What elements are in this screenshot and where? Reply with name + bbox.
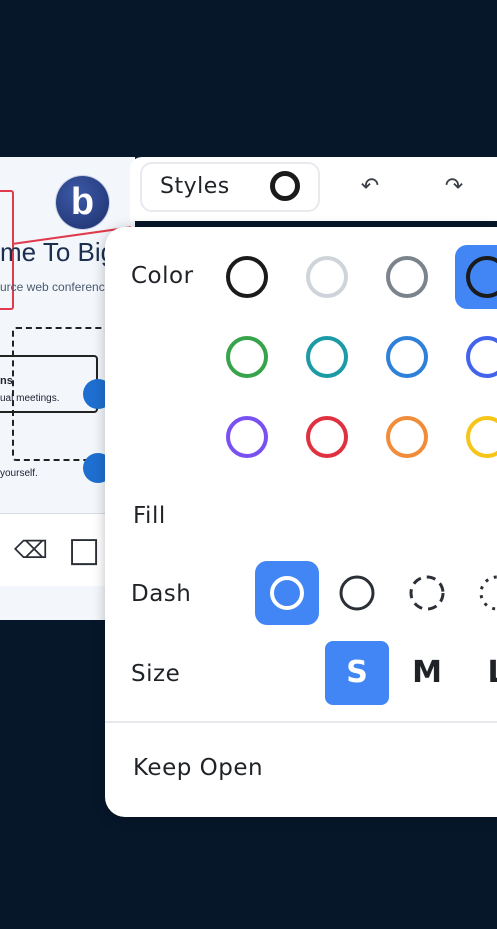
dash-solid-button[interactable] (325, 561, 389, 625)
dash-draw-icon (270, 576, 304, 610)
slide-subtitle: urce web conference (0, 280, 110, 294)
size-medium-button[interactable]: M (395, 641, 459, 705)
color-swatch-dark[interactable] (455, 245, 497, 309)
slide-text-ns: ns (0, 375, 13, 387)
color-ring-indigo-icon (466, 336, 497, 378)
color-ring-orange-icon (386, 416, 428, 458)
color-ring-dark-icon (466, 256, 497, 298)
dash-dashed-button[interactable] (395, 561, 459, 625)
eraser-icon[interactable]: ⌫ (14, 536, 48, 564)
color-ring-violet-icon (226, 416, 268, 458)
dash-dotted-button[interactable] (465, 561, 497, 625)
color-label: Color (131, 263, 194, 289)
color-swatch-violet[interactable] (215, 405, 279, 469)
color-swatch-teal[interactable] (295, 325, 359, 389)
size-label: Size (131, 661, 181, 687)
color-swatch-indigo[interactable] (455, 325, 497, 389)
color-swatch-light-grey[interactable] (295, 245, 359, 309)
keep-open-toggle[interactable]: Keep Open (133, 755, 263, 781)
color-swatch-yellow[interactable] (455, 405, 497, 469)
bigbluebutton-logo: b (56, 176, 109, 229)
styles-button[interactable]: Styles (140, 162, 320, 212)
drawing-toolbar: ⌫ □ (0, 513, 107, 586)
color-ring-black-icon (226, 256, 268, 298)
color-ring-teal-icon (306, 336, 348, 378)
color-ring-yellow-icon (466, 416, 497, 458)
rectangle-tool-icon[interactable]: □ (68, 533, 100, 567)
color-ring-green-icon (226, 336, 268, 378)
styles-label: Styles (160, 174, 230, 199)
size-large-button[interactable]: L (465, 641, 497, 705)
color-swatch-green[interactable] (215, 325, 279, 389)
color-swatch-red[interactable] (295, 405, 359, 469)
dash-dashed-icon (409, 575, 445, 611)
current-style-ring-icon (270, 171, 300, 201)
size-small-button[interactable]: S (325, 641, 389, 705)
dash-label: Dash (131, 581, 192, 607)
slide-text-meetings: ual meetings. (0, 393, 60, 404)
undo-icon[interactable]: ↶ (354, 171, 386, 203)
dash-draw-button[interactable] (255, 561, 319, 625)
color-swatch-blue[interactable] (375, 325, 439, 389)
color-ring-grey-icon (386, 256, 428, 298)
color-ring-red-icon (306, 416, 348, 458)
sketch-box-inner (0, 355, 98, 413)
color-swatch-orange[interactable] (375, 405, 439, 469)
slide-text-yourself: yourself. (0, 468, 38, 479)
panel-divider (105, 721, 497, 723)
dash-dotted-icon (479, 575, 497, 611)
slide-title: me To Big (0, 237, 116, 267)
dash-solid-icon (339, 575, 375, 611)
fill-label: Fill (133, 503, 166, 529)
color-ring-light-grey-icon (306, 256, 348, 298)
color-ring-blue-icon (386, 336, 428, 378)
style-toolbar: Styles ↶ ↷ (130, 157, 497, 221)
redo-icon[interactable]: ↷ (438, 171, 470, 203)
color-swatch-grey[interactable] (375, 245, 439, 309)
style-panel: Color Fill Dash Size S M L Keep Open (105, 227, 497, 817)
color-swatch-black[interactable] (215, 245, 279, 309)
